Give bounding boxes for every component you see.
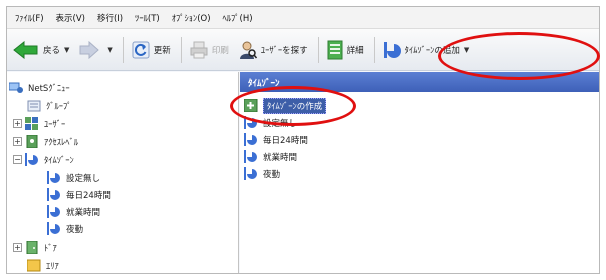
network-icon — [9, 82, 23, 93]
list-item-daily-24h[interactable]: 毎日24時間 — [244, 132, 308, 147]
back-arrow-icon — [13, 40, 38, 59]
timezone-icon — [244, 133, 257, 146]
list-item-night-shift[interactable]: 夜勤 — [244, 166, 280, 181]
chevron-down-icon: ▼ — [107, 45, 113, 54]
menu-options[interactable]: ｵﾌﾟｼｮﾝ(O) — [166, 12, 217, 24]
timezone-icon — [47, 205, 60, 218]
tree-item-label: 設定無し — [66, 173, 101, 184]
tree-item-label: ｴﾘｱ — [46, 261, 59, 272]
tree-item-timezone[interactable]: − ﾀｲﾑｿﾞｰﾝ — [13, 152, 74, 167]
tree-item-groups[interactable]: ｸﾞﾙｰﾌﾟ — [27, 98, 72, 113]
refresh-button-label: 更新 — [153, 45, 171, 56]
properties-icon — [327, 40, 343, 59]
users-icon — [25, 117, 38, 130]
list-item-label: 夜勤 — [263, 169, 281, 180]
tree-item-no-setting[interactable]: 設定無し — [47, 170, 100, 185]
timezone-icon — [244, 150, 257, 163]
group-icon — [27, 100, 41, 112]
tree-root-label: NetSｸﾞﾆｭｰ — [28, 83, 70, 94]
expand-icon[interactable]: + — [13, 243, 22, 252]
expand-icon[interactable]: + — [13, 137, 22, 146]
navigation-tree: NetSｸﾞﾆｭｰ ｸﾞﾙｰﾌﾟ + ﾕｰｻﾞｰ + ｱｸｾｽﾚﾍﾞﾙ − ﾀｲ… — [7, 72, 239, 273]
timezone-icon — [47, 188, 60, 201]
toolbar-separator — [373, 36, 375, 63]
timezone-icon — [25, 153, 38, 166]
print-button[interactable]: 印刷 — [186, 36, 233, 64]
forward-arrow-icon — [79, 40, 100, 59]
printer-icon — [190, 41, 208, 58]
find-user-button-label: ﾕｰｻﾞｰを探す — [260, 45, 308, 56]
tree-item-label: 毎日24時間 — [66, 190, 111, 201]
menu-migrate[interactable]: 移行(I) — [91, 12, 129, 24]
list-item-label: 毎日24時間 — [263, 135, 308, 146]
tree-item-label: ﾕｰｻﾞｰ — [44, 119, 66, 130]
tree-item-area[interactable]: ｴﾘｱ — [27, 258, 59, 273]
access-level-icon — [26, 135, 38, 148]
annotation-ellipse-create-timezone — [230, 86, 356, 126]
properties-button[interactable]: 詳細 — [323, 36, 368, 64]
tree-item-label: ﾄﾞｱ — [44, 243, 57, 254]
tree-root[interactable]: NetSｸﾞﾆｭｰ — [9, 80, 70, 95]
tree-item-daily-24h[interactable]: 毎日24時間 — [47, 187, 111, 202]
chevron-down-icon: ▼ — [64, 45, 70, 54]
menu-bar: ﾌｧｲﾙ(F) 表示(V) 移行(I) ﾂｰﾙ(T) ｵﾌﾟｼｮﾝ(O) ﾍﾙﾌ… — [7, 7, 599, 29]
annotation-ellipse-add-timezone — [438, 32, 600, 80]
tree-item-access-level[interactable]: + ｱｸｾｽﾚﾍﾞﾙ — [13, 134, 78, 149]
menu-view[interactable]: 表示(V) — [50, 12, 91, 24]
collapse-icon[interactable]: − — [13, 155, 22, 164]
expand-icon[interactable]: + — [13, 119, 22, 128]
find-user-button[interactable]: ﾕｰｻﾞｰを探す — [235, 36, 312, 64]
list-item-label: 就業時間 — [263, 152, 298, 163]
area-icon — [27, 259, 41, 272]
toolbar-separator — [180, 36, 182, 63]
tree-item-label: 就業時間 — [66, 207, 101, 218]
menu-file[interactable]: ﾌｧｲﾙ(F) — [9, 12, 50, 24]
list-item-working-hours[interactable]: 就業時間 — [244, 149, 297, 164]
tree-item-label: ﾀｲﾑｿﾞｰﾝ — [44, 155, 74, 166]
door-icon — [26, 241, 38, 254]
refresh-icon — [132, 41, 150, 58]
tree-item-working-hours[interactable]: 就業時間 — [47, 204, 100, 219]
tree-item-label: ｸﾞﾙｰﾌﾟ — [46, 101, 72, 112]
tree-item-label: ｱｸｾｽﾚﾍﾞﾙ — [44, 137, 79, 148]
toolbar-separator — [317, 36, 319, 63]
back-button[interactable]: 戻る ▼ — [9, 36, 73, 64]
properties-button-label: 詳細 — [346, 45, 364, 56]
tree-item-doors[interactable]: + ﾄﾞｱ — [13, 240, 57, 255]
timezone-icon — [47, 171, 60, 184]
tree-item-label: 夜勤 — [66, 224, 84, 235]
tree-item-night-shift[interactable]: 夜勤 — [47, 221, 83, 236]
toolbar-separator — [122, 36, 124, 63]
timezone-icon — [244, 167, 257, 180]
menu-tools[interactable]: ﾂｰﾙ(T) — [129, 12, 166, 24]
refresh-button[interactable]: 更新 — [128, 36, 175, 64]
back-button-label: 戻る — [43, 45, 61, 56]
tree-item-users[interactable]: + ﾕｰｻﾞｰ — [13, 116, 65, 131]
timezone-icon — [383, 41, 401, 58]
forward-button[interactable]: ▼ — [75, 36, 116, 64]
timezone-icon — [47, 222, 60, 235]
print-button-label: 印刷 — [211, 45, 229, 56]
find-user-icon — [239, 41, 257, 59]
menu-help[interactable]: ﾍﾙﾌﾟ(H) — [217, 12, 259, 24]
